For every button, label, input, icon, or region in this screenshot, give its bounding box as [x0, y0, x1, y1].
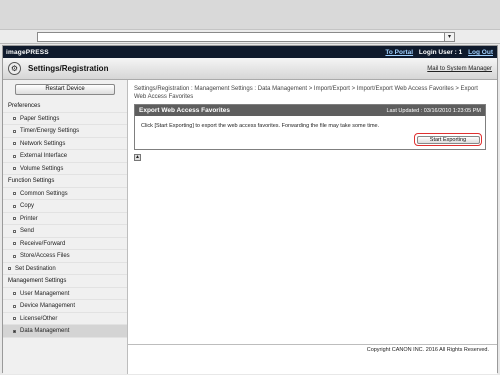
sidebar-item-label: Send — [20, 228, 35, 234]
sidebar-item-send[interactable]: Send — [3, 225, 127, 238]
sidebar-item-network-settings[interactable]: Network Settings — [3, 138, 127, 150]
sidebar-item-external-interface[interactable]: External Interface — [3, 150, 127, 163]
sidebar-item-set-destination[interactable]: Set Destination — [3, 263, 127, 275]
sidebar-item-printer[interactable]: Printer — [3, 213, 127, 225]
mail-to-system-manager-link[interactable]: Mail to System Manager — [427, 66, 492, 72]
sidebar-item-label: User Management — [20, 290, 70, 297]
bullet-icon — [13, 317, 16, 320]
remote-ui-frame: imagePRESS To Portal Login User : 1 Log … — [2, 45, 498, 374]
bullet-icon — [13, 129, 16, 133]
bullet-icon — [13, 254, 16, 258]
sidebar-item-receive-forward[interactable]: Receive/Forward — [3, 238, 127, 250]
bullet-icon — [13, 242, 16, 245]
sidebar-item-label: Copy — [20, 203, 35, 209]
logout-link[interactable]: Log Out — [468, 49, 493, 56]
browser-toolbar — [0, 0, 500, 30]
sidebar-section-management-settings: Management Settings — [3, 275, 127, 288]
sidebar-item-copy[interactable]: Copy — [3, 200, 127, 213]
bullet-icon — [13, 292, 16, 295]
chevron-down-icon: ▾ — [447, 34, 451, 40]
sidebar-item-label: Set Destination — [15, 265, 56, 272]
restart-device-button[interactable]: Restart Device — [15, 84, 115, 95]
sidebar-item-label: Timer/Energy Settings — [20, 128, 80, 134]
footer: Copyright CANON INC. 2016 All Rights Res… — [128, 344, 497, 354]
address-dropdown-button[interactable]: ▾ — [444, 32, 455, 42]
sidebar-item-label: Network Settings — [20, 140, 66, 147]
copyright-text: Copyright CANON INC. 2016 All Rights Res… — [366, 347, 489, 353]
start-exporting-button[interactable]: Start Exporting — [416, 135, 480, 144]
bullet-icon — [13, 217, 16, 220]
sidebar-item-label: Receive/Forward — [20, 240, 66, 247]
bullet-icon — [13, 329, 16, 333]
sidebar-item-label: Store/Access Files — [20, 253, 70, 259]
sidebar-item-license-other[interactable]: License/Other — [3, 313, 127, 325]
main-content: Settings/Registration : Management Setti… — [128, 80, 497, 374]
breadcrumb: Settings/Registration : Management Setti… — [134, 86, 478, 100]
sidebar-item-label: Common Settings — [20, 190, 68, 197]
panel-header: Export Web Access Favorites Last Updated… — [135, 105, 485, 116]
sidebar-item-label: Printer — [20, 215, 38, 222]
to-portal-link[interactable]: To Portal — [385, 49, 413, 56]
sidebar-item-label: Data Management — [20, 328, 70, 334]
bullet-icon — [13, 204, 16, 208]
brand-logo: imagePRESS — [6, 49, 49, 56]
bullet-icon — [13, 167, 16, 170]
settings-gear-icon: ⚙ — [8, 62, 21, 75]
bullet-icon — [13, 229, 16, 233]
panel-title: Export Web Access Favorites — [139, 107, 231, 114]
sidebar-item-data-management[interactable]: Data Management — [3, 325, 127, 338]
back-to-top-icon[interactable]: ▲ — [134, 154, 141, 161]
sidebar-item-timer-energy-settings[interactable]: Timer/Energy Settings — [3, 125, 127, 138]
bullet-icon — [13, 304, 16, 308]
sidebar-item-label: License/Other — [20, 315, 58, 322]
export-panel: Export Web Access Favorites Last Updated… — [134, 104, 486, 150]
bullet-icon — [8, 267, 11, 270]
bullet-icon — [13, 142, 16, 145]
sidebar-section-preferences: Preferences — [3, 100, 127, 113]
sidebar-item-device-management[interactable]: Device Management — [3, 300, 127, 313]
sidebar-item-paper-settings[interactable]: Paper Settings — [3, 113, 127, 125]
bullet-icon — [13, 154, 16, 158]
top-bar: imagePRESS To Portal Login User : 1 Log … — [3, 46, 497, 58]
sidebar-item-volume-settings[interactable]: Volume Settings — [3, 163, 127, 175]
page-header: ⚙ Settings/Registration Mail to System M… — [3, 58, 497, 80]
sidebar-item-label: External Interface — [20, 153, 68, 159]
sidebar-item-common-settings[interactable]: Common Settings — [3, 188, 127, 200]
bullet-icon — [13, 192, 16, 195]
start-exporting-highlight: Start Exporting — [414, 133, 482, 146]
browser-address-row: ▾ — [0, 30, 500, 44]
login-user-text: Login User : 1 — [418, 49, 463, 56]
address-bar[interactable] — [37, 32, 455, 42]
sidebar-section-function-settings: Function Settings — [3, 175, 127, 188]
last-updated-text: Last Updated : 03/16/2010 1:23:05 PM — [386, 107, 482, 114]
top-bar-links: To Portal Login User : 1 Log Out — [381, 49, 493, 56]
sidebar-item-user-management[interactable]: User Management — [3, 288, 127, 300]
bullet-icon — [13, 117, 16, 120]
sidebar-item-label: Volume Settings — [20, 165, 64, 172]
sidebar: Restart Device Preferences Paper Setting… — [3, 80, 128, 374]
sidebar-menu: Preferences Paper Settings Timer/Energy … — [3, 100, 127, 338]
sidebar-item-label: Device Management — [20, 303, 76, 309]
sidebar-item-store-access-files[interactable]: Store/Access Files — [3, 250, 127, 263]
sidebar-item-label: Paper Settings — [20, 115, 60, 122]
page-title: Settings/Registration — [28, 64, 109, 73]
instruction-text: Click [Start Exporting] to export the we… — [141, 123, 380, 129]
